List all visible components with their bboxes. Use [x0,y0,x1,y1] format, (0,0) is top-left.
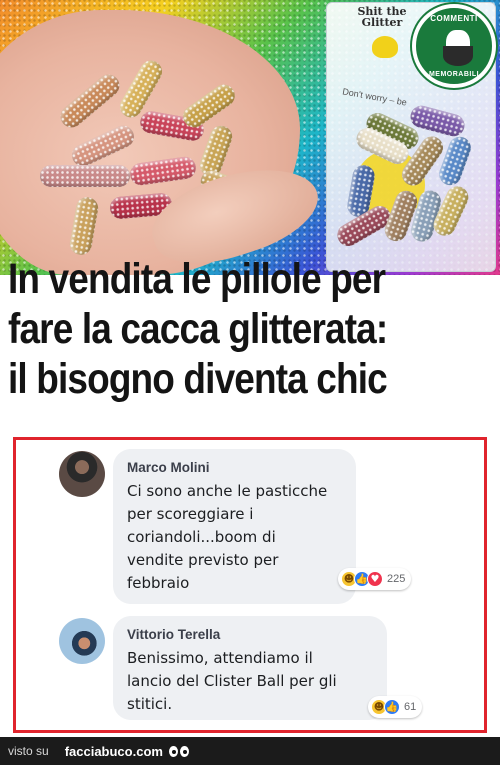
headline: In vendita le pillole per fare la cacca … [8,254,429,404]
eyes-logo-icon [168,745,189,757]
bag-label: Shit the Glitter [357,5,407,29]
commenti-memorabili-logo: COMMENTI MEMORABILI [412,4,496,88]
like-reaction-icon: 👍 [384,699,400,715]
site-link[interactable]: facciabuco.com [65,744,163,759]
reaction-count: 225 [387,573,406,585]
comment-bubble: Marco Molini Ci sono anche le pasticche … [113,449,356,604]
pills-photo: Shit the Glitter Don't worry – be COMMEN… [0,0,500,275]
beard-shape [443,46,473,66]
comment-line: coriandoli...boom di [127,528,276,546]
comment-line: lancio del Clister Ball per gli [127,672,337,690]
headline-line: fare la cacca glitterata: [8,305,388,353]
avatar[interactable] [59,618,105,664]
glitter-pill [40,165,130,187]
headline-line: il bisogno diventa chic [8,355,388,403]
eye-icon [179,745,189,757]
reaction-count: 61 [404,701,417,713]
comment-text: Ci sono anche le pasticche per scoreggia… [127,480,342,595]
comment-line: Ci sono anche le pasticche [127,482,328,500]
comment-author[interactable]: Marco Molini [127,460,342,475]
badge-top-text: COMMENTI [430,14,478,23]
comment-line: febbraio [127,574,190,592]
comment-author[interactable]: Vittorio Terella [127,627,373,642]
reactions-summary[interactable]: ☻ 👍 61 [368,696,423,718]
love-reaction-icon: ♥ [367,571,383,587]
footer-bar: visto su facciabuco.com [0,737,500,765]
headline-line: In vendita le pillole per [8,255,386,303]
badge-bottom-text: MEMORABILI [428,71,480,78]
comment-line: vendite previsto per [127,551,279,569]
poop-emoji-icon [372,36,398,58]
comment-bubble: Vittorio Terella Benissimo, attendiamo i… [113,616,387,720]
comment-line: Benissimo, attendiamo il [127,649,313,667]
eye-icon [168,745,178,757]
reactions-summary[interactable]: ☻ 👍 ♥ 225 [338,568,412,590]
comment-text: Benissimo, attendiamo il lancio del Clis… [127,647,373,716]
comment-line: stitici. [127,695,173,713]
avatar[interactable] [59,451,105,497]
comment-line: per scoreggiare i [127,505,254,523]
comments-panel: Marco Molini Ci sono anche le pasticche … [13,437,487,733]
visto-su-label: visto su [8,744,49,758]
